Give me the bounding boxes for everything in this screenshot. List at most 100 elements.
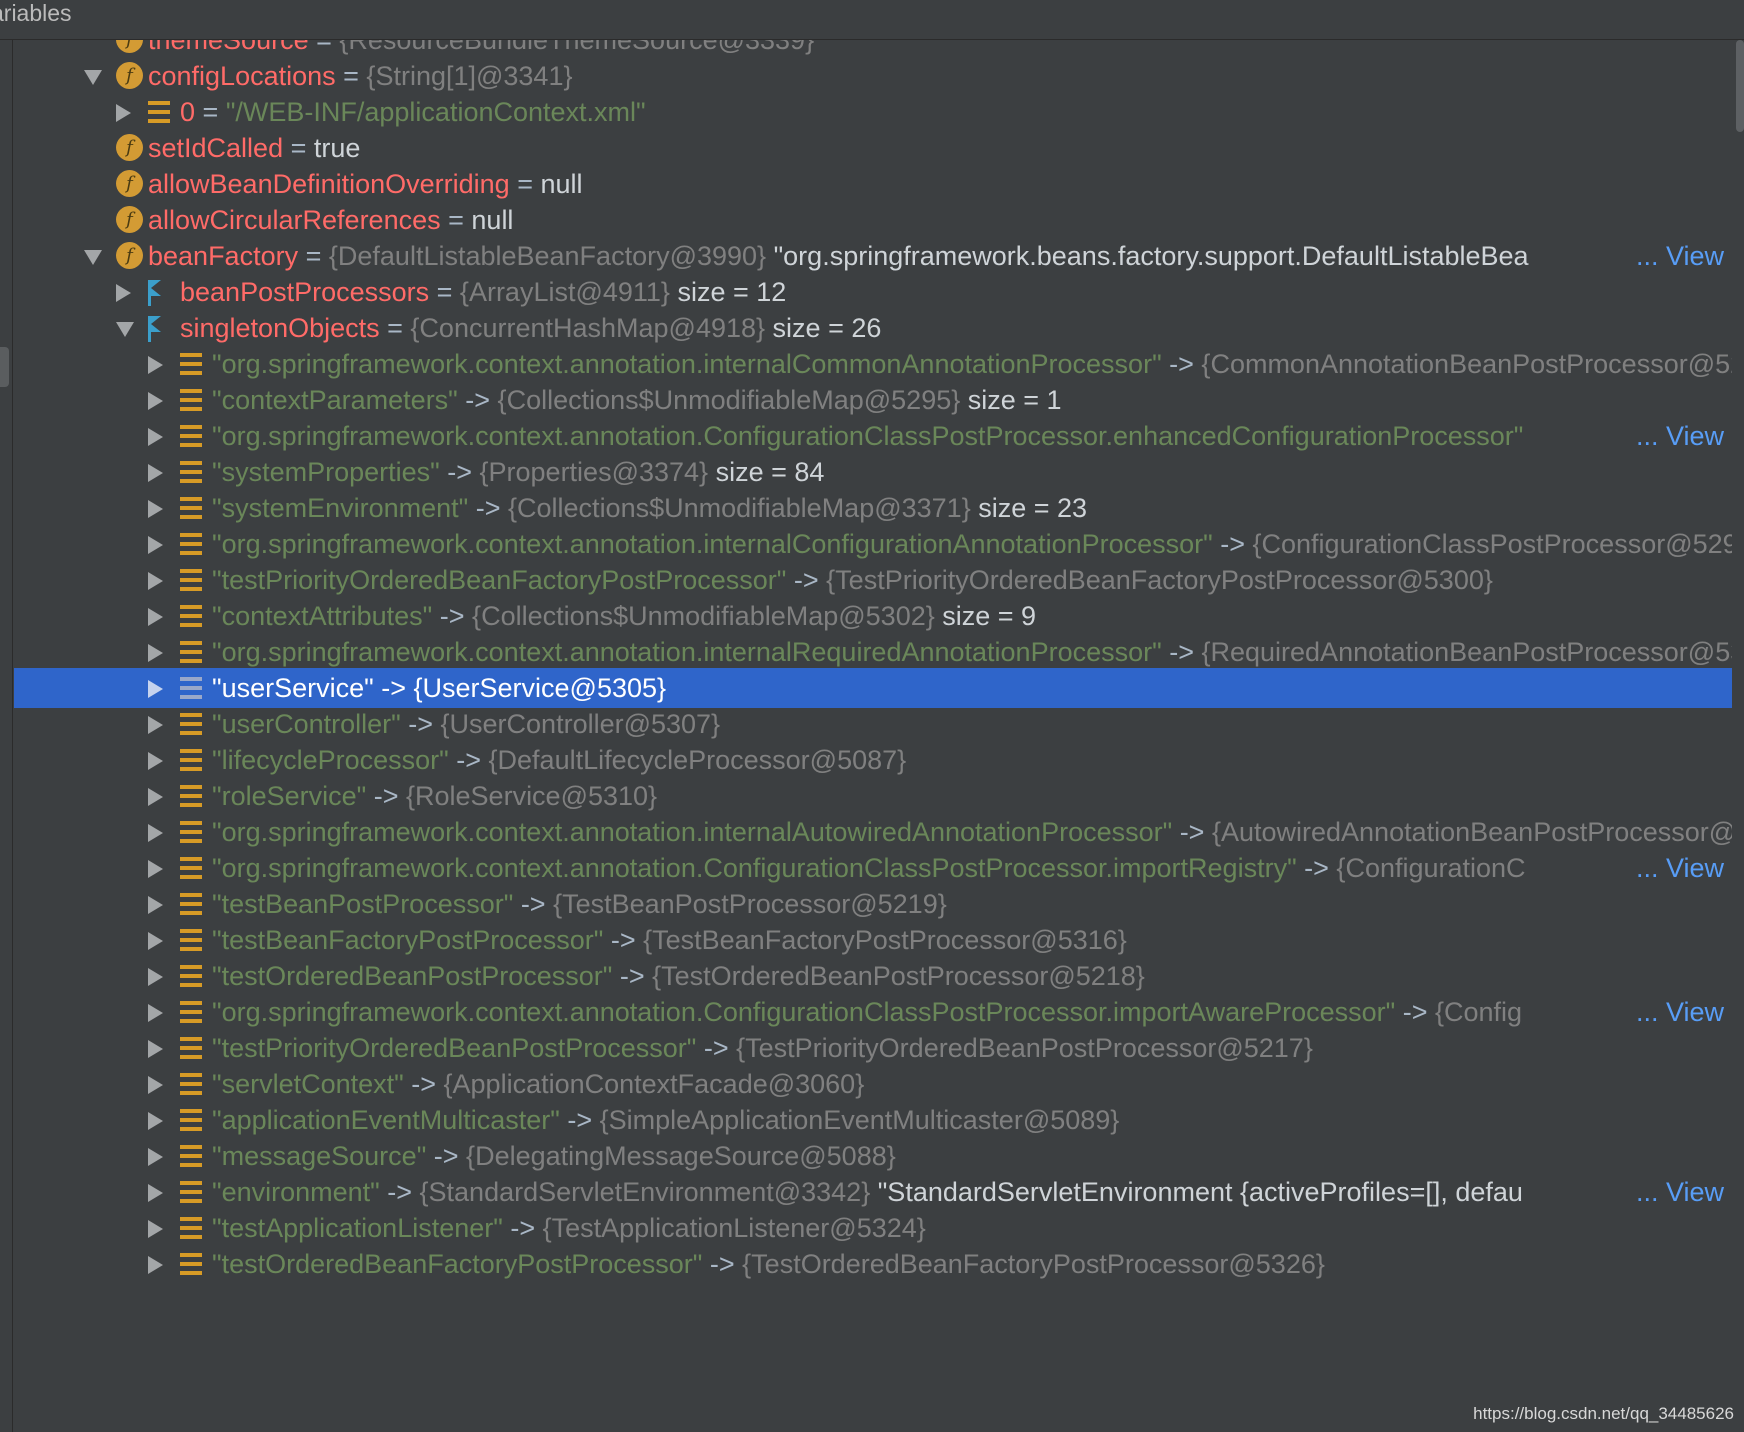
- map-entry-row[interactable]: "testApplicationListener" -> {TestApplic…: [14, 1208, 1732, 1248]
- expand-arrow-right-icon[interactable]: [148, 716, 163, 734]
- expand-arrow-right-icon[interactable]: [148, 1040, 163, 1058]
- expand-arrow-right-icon[interactable]: [116, 104, 131, 122]
- expand-arrow-down-icon[interactable]: [84, 70, 102, 85]
- array-element-icon: [180, 785, 202, 807]
- vertical-scrollbar[interactable]: [1732, 40, 1744, 1432]
- expand-arrow-right-icon[interactable]: [148, 572, 163, 590]
- variable-row[interactable]: f configLocations = {String[1]@3341}: [14, 56, 1732, 96]
- expand-arrow-right-icon[interactable]: [148, 1184, 163, 1202]
- operator: =: [283, 133, 314, 163]
- variable-row[interactable]: f beanFactory = {DefaultListableBeanFacto…: [14, 236, 1732, 276]
- view-link[interactable]: ... View: [1631, 420, 1724, 452]
- variable-row[interactable]: singletonObjects = {ConcurrentHashMap@49…: [14, 308, 1732, 348]
- map-entry-row[interactable]: "userController" -> {UserController@5307…: [14, 704, 1732, 744]
- map-entry-row[interactable]: "org.springframework.context.annotation.…: [14, 416, 1732, 456]
- variable-row[interactable]: f allowCircularReferences = null: [14, 200, 1732, 240]
- operator: ->: [373, 673, 414, 703]
- expand-arrow-right-icon[interactable]: [148, 896, 163, 914]
- expand-arrow-right-icon[interactable]: [148, 536, 163, 554]
- scrollbar-thumb[interactable]: [1736, 40, 1744, 132]
- map-entry-row[interactable]: "userService" -> {UserService@5305}: [14, 668, 1732, 708]
- value-type: {DefaultLifecycleProcessor@5087}: [488, 745, 907, 775]
- operator: ->: [426, 1141, 467, 1171]
- expand-arrow-right-icon[interactable]: [148, 752, 163, 770]
- map-entry-row[interactable]: "contextAttributes" -> {Collections$Unmo…: [14, 596, 1732, 636]
- map-entry-row[interactable]: "applicationEventMulticaster" -> {Simple…: [14, 1100, 1732, 1140]
- view-link[interactable]: ... View: [1631, 240, 1724, 272]
- expand-arrow-right-icon[interactable]: [148, 392, 163, 410]
- operator: =: [509, 169, 541, 199]
- map-key: "messageSource": [212, 1141, 427, 1171]
- operator: ->: [1161, 637, 1202, 667]
- row-text: "org.springframework.context.annotation.…: [212, 348, 1732, 380]
- expand-arrow-right-icon[interactable]: [148, 968, 163, 986]
- row-text: singletonObjects = {ConcurrentHashMap@49…: [180, 312, 881, 344]
- map-entry-row[interactable]: "roleService" -> {RoleService@5310}: [14, 776, 1732, 816]
- expand-arrow-right-icon[interactable]: [148, 1004, 163, 1022]
- expand-arrow-right-icon[interactable]: [148, 788, 163, 806]
- value-type: {CommonAnnotationBeanPostProcessor@5293}: [1201, 349, 1732, 379]
- expand-arrow-right-icon[interactable]: [148, 860, 163, 878]
- expand-arrow-right-icon[interactable]: [148, 1256, 163, 1274]
- map-key: "org.springframework.context.annotation.…: [212, 853, 1297, 883]
- expand-arrow-right-icon[interactable]: [148, 1148, 163, 1166]
- expand-arrow-right-icon[interactable]: [148, 500, 163, 518]
- value-text: size = 26: [765, 313, 882, 343]
- expand-arrow-right-icon[interactable]: [148, 932, 163, 950]
- map-entry-row[interactable]: "org.springframework.context.annotation.…: [14, 848, 1732, 888]
- map-key: "testApplicationListener": [212, 1213, 503, 1243]
- map-entry-row[interactable]: "systemEnvironment" -> {Collections$Unmo…: [14, 488, 1732, 528]
- map-entry-row[interactable]: "testPriorityOrderedBeanFactoryPostProce…: [14, 560, 1732, 600]
- operator: ->: [1172, 817, 1212, 847]
- variables-tree[interactable]: f themeSource = {ResourceBundleThemeSourc…: [14, 40, 1732, 1432]
- map-entry-row[interactable]: "messageSource" -> {DelegatingMessageSou…: [14, 1136, 1732, 1176]
- expand-arrow-right-icon[interactable]: [116, 284, 131, 302]
- map-entry-row[interactable]: "environment" -> {StandardServletEnviron…: [14, 1172, 1732, 1212]
- map-key: "testBeanPostProcessor": [212, 889, 514, 919]
- map-entry-row[interactable]: "lifecycleProcessor" -> {DefaultLifecycl…: [14, 740, 1732, 780]
- expand-arrow-right-icon[interactable]: [148, 644, 163, 662]
- expand-arrow-down-icon[interactable]: [116, 322, 134, 337]
- variable-row[interactable]: 0 = "/WEB-INF/applicationContext.xml": [14, 92, 1732, 132]
- map-entry-row[interactable]: "org.springframework.context.annotation.…: [14, 992, 1732, 1032]
- value-type: {TestPriorityOrderedBeanFactoryPostProce…: [826, 565, 1493, 595]
- variable-row[interactable]: f allowBeanDefinitionOverriding = null: [14, 164, 1732, 204]
- expand-arrow-right-icon[interactable]: [148, 1112, 163, 1130]
- expand-arrow-right-icon[interactable]: [148, 356, 163, 374]
- map-entry-row[interactable]: "systemProperties" -> {Properties@3374} …: [14, 452, 1732, 492]
- expand-arrow-right-icon[interactable]: [148, 680, 163, 698]
- map-entry-row[interactable]: "testBeanPostProcessor" -> {TestBeanPost…: [14, 884, 1732, 924]
- map-entry-row[interactable]: "org.springframework.context.annotation.…: [14, 812, 1732, 852]
- view-link[interactable]: ... View: [1631, 996, 1724, 1028]
- map-entry-row[interactable]: "contextParameters" -> {Collections$Unmo…: [14, 380, 1732, 420]
- left-gutter: [0, 40, 13, 1432]
- expand-arrow-right-icon[interactable]: [148, 1076, 163, 1094]
- expand-arrow-right-icon[interactable]: [148, 1220, 163, 1238]
- variable-row[interactable]: f setIdCalled = true: [14, 128, 1732, 168]
- map-entry-row[interactable]: "testOrderedBeanPostProcessor" -> {TestO…: [14, 956, 1732, 996]
- gutter-tab[interactable]: [0, 347, 9, 387]
- map-entry-row[interactable]: "servletContext" -> {ApplicationContextF…: [14, 1064, 1732, 1104]
- row-text: beanPostProcessors = {ArrayList@4911} si…: [180, 276, 786, 308]
- map-entry-row[interactable]: "org.springframework.context.annotation.…: [14, 632, 1732, 672]
- array-element-icon: [180, 1073, 202, 1095]
- row-text: "org.springframework.context.annotation.…: [212, 636, 1732, 668]
- map-entry-row[interactable]: "testBeanFactoryPostProcessor" -> {TestB…: [14, 920, 1732, 960]
- map-entry-row[interactable]: "testPriorityOrderedBeanPostProcessor" -…: [14, 1028, 1732, 1068]
- row-text: 0 = "/WEB-INF/applicationContext.xml": [180, 96, 646, 128]
- map-entry-row[interactable]: "org.springframework.context.annotation.…: [14, 524, 1732, 564]
- operator: ->: [1161, 349, 1202, 379]
- expand-arrow-right-icon[interactable]: [148, 608, 163, 626]
- view-link[interactable]: ... View: [1631, 852, 1724, 884]
- expand-arrow-right-icon[interactable]: [148, 428, 163, 446]
- map-entry-row[interactable]: "org.springframework.context.annotation.…: [14, 344, 1732, 384]
- variable-row[interactable]: beanPostProcessors = {ArrayList@4911} si…: [14, 272, 1732, 312]
- operator: =: [195, 97, 226, 127]
- operator: ->: [612, 961, 653, 991]
- expand-arrow-down-icon[interactable]: [84, 250, 102, 265]
- view-link[interactable]: ... View: [1631, 1176, 1724, 1208]
- value-type: {DelegatingMessageSource@5088}: [466, 1141, 896, 1171]
- expand-arrow-right-icon[interactable]: [148, 824, 163, 842]
- expand-arrow-right-icon[interactable]: [148, 464, 163, 482]
- map-entry-row[interactable]: "testOrderedBeanFactoryPostProcessor" ->…: [14, 1244, 1732, 1284]
